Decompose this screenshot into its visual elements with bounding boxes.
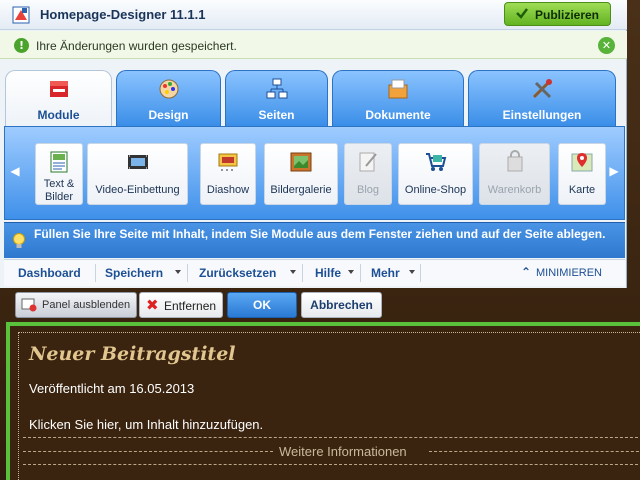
tab-module[interactable]: Module [5,70,112,126]
divider [23,451,273,452]
chevron-down-icon[interactable] [290,270,296,274]
modules-icon [49,81,68,97]
minimize-button[interactable]: MINIMIEREN [536,267,602,279]
designer-panel: Homepage-Designer 11.1.1 Publizieren ! I… [0,0,627,288]
module-video-einbettung[interactable]: Video-Einbettung [87,143,188,205]
menu-divider [420,264,421,282]
panel-icon [21,298,37,312]
tab-label: Module [37,108,80,122]
tab-label: Dokumente [365,108,431,122]
menu-bar: Dashboard Speichern Zurücksetzen Hilfe M… [4,259,625,286]
slideshow-icon [218,153,238,171]
hint-text: Füllen Sie Ihre Seite mit Inhalt, indem … [34,227,606,241]
blog-icon [359,152,377,172]
documents-icon [388,79,408,99]
palette-icon [159,79,178,99]
menu-divider [95,264,96,282]
delete-icon: ✖ [146,296,159,314]
chevron-down-icon[interactable] [409,270,415,274]
module-diashow[interactable]: Diashow [200,143,256,205]
module-online-shop[interactable]: Online-Shop [398,143,473,205]
tools-icon [532,79,552,99]
divider [23,464,640,465]
menu-hilfe[interactable]: Hilfe [315,266,341,280]
tab-label: Design [148,108,189,122]
module-karte[interactable]: Karte [558,143,606,205]
module-strip: ◀ Text & Bilder Video-Einbettung Diashow… [4,126,625,220]
module-label: Blog [356,184,380,196]
menu-speichern[interactable]: Speichern [105,266,163,280]
chevron-down-icon[interactable] [175,270,181,274]
publish-button[interactable]: Publizieren [504,2,611,26]
chevron-down-icon[interactable] [348,270,354,274]
panel-hide-button[interactable]: Panel ausblenden [15,292,137,318]
module-text-bilder[interactable]: Text & Bilder [35,143,83,205]
tab-einstellungen[interactable]: Einstellungen [468,70,616,126]
module-label: Warenkorb [487,184,542,196]
main-tabs: Module Design Seiten Dokumente Einstellu… [0,70,627,126]
module-label: Diashow [206,184,250,196]
menu-divider [302,264,303,282]
divider [23,437,640,438]
post-body[interactable]: Klicken Sie hier, um Inhalt hinzuzufügen… [29,417,263,432]
remove-button[interactable]: ✖ Entfernen [139,292,223,318]
tab-label: Seiten [258,108,295,122]
publish-label: Publizieren [535,8,600,22]
app-title: Homepage-Designer 11.1.1 [40,7,206,22]
gallery-icon [290,152,312,172]
cart-icon [507,150,522,172]
chevron-up-icon[interactable]: ⌃ [521,265,531,279]
editable-post-area[interactable]: Neuer Beitragstitel Veröffentlicht am 16… [6,322,640,480]
title-bar: Homepage-Designer 11.1.1 Publizieren [0,0,627,30]
module-label: Online-Shop [404,184,467,196]
more-info-link[interactable]: Weitere Informationen [279,444,407,459]
menu-zuruecksetzen[interactable]: Zurücksetzen [199,266,276,280]
tab-seiten[interactable]: Seiten [225,70,328,126]
scroll-right-icon[interactable]: ▶ [608,161,620,181]
shop-icon [425,153,446,171]
close-icon[interactable]: ✕ [598,37,615,54]
notice-text: Ihre Änderungen wurden gespeichert. [36,39,237,53]
tab-label: Einstellungen [502,108,582,122]
menu-mehr[interactable]: Mehr [371,266,400,280]
hint-bar: Füllen Sie Ihre Seite mit Inhalt, indem … [4,222,625,258]
module-warenkorb[interactable]: Warenkorb [479,143,550,205]
tab-design[interactable]: Design [116,70,221,126]
module-blog[interactable]: Blog [344,143,392,205]
module-label: Bildergalerie [270,184,332,196]
post-date: Veröffentlicht am 16.05.2013 [29,381,195,396]
menu-divider [360,264,361,282]
remove-label: Entfernen [164,299,217,313]
menu-dashboard[interactable]: Dashboard [18,266,81,280]
sitemap-icon [266,78,287,99]
menu-divider [187,264,188,282]
app-logo-icon [12,6,30,24]
text-image-icon [50,151,68,173]
module-label: Video-Einbettung [95,184,180,196]
panel-hide-label: Panel ausblenden [42,299,131,311]
divider [429,451,640,452]
post-title[interactable]: Neuer Beitragstitel [29,343,236,365]
save-notice: ! Ihre Änderungen wurden gespeichert. ✕ [0,31,627,59]
scroll-left-icon[interactable]: ◀ [9,161,21,181]
post-content-frame: Neuer Beitragstitel Veröffentlicht am 16… [18,332,640,480]
tab-dokumente[interactable]: Dokumente [332,70,464,126]
checkmark-icon [516,8,528,19]
module-label: Text & Bilder [43,178,75,203]
lightbulb-icon [13,233,25,248]
map-icon [571,153,593,172]
ok-button[interactable]: OK [227,292,297,318]
info-icon: ! [14,38,29,53]
module-label: Karte [568,184,596,196]
cancel-button[interactable]: Abbrechen [301,292,382,318]
video-icon [127,155,148,169]
module-bildergalerie[interactable]: Bildergalerie [264,143,338,205]
